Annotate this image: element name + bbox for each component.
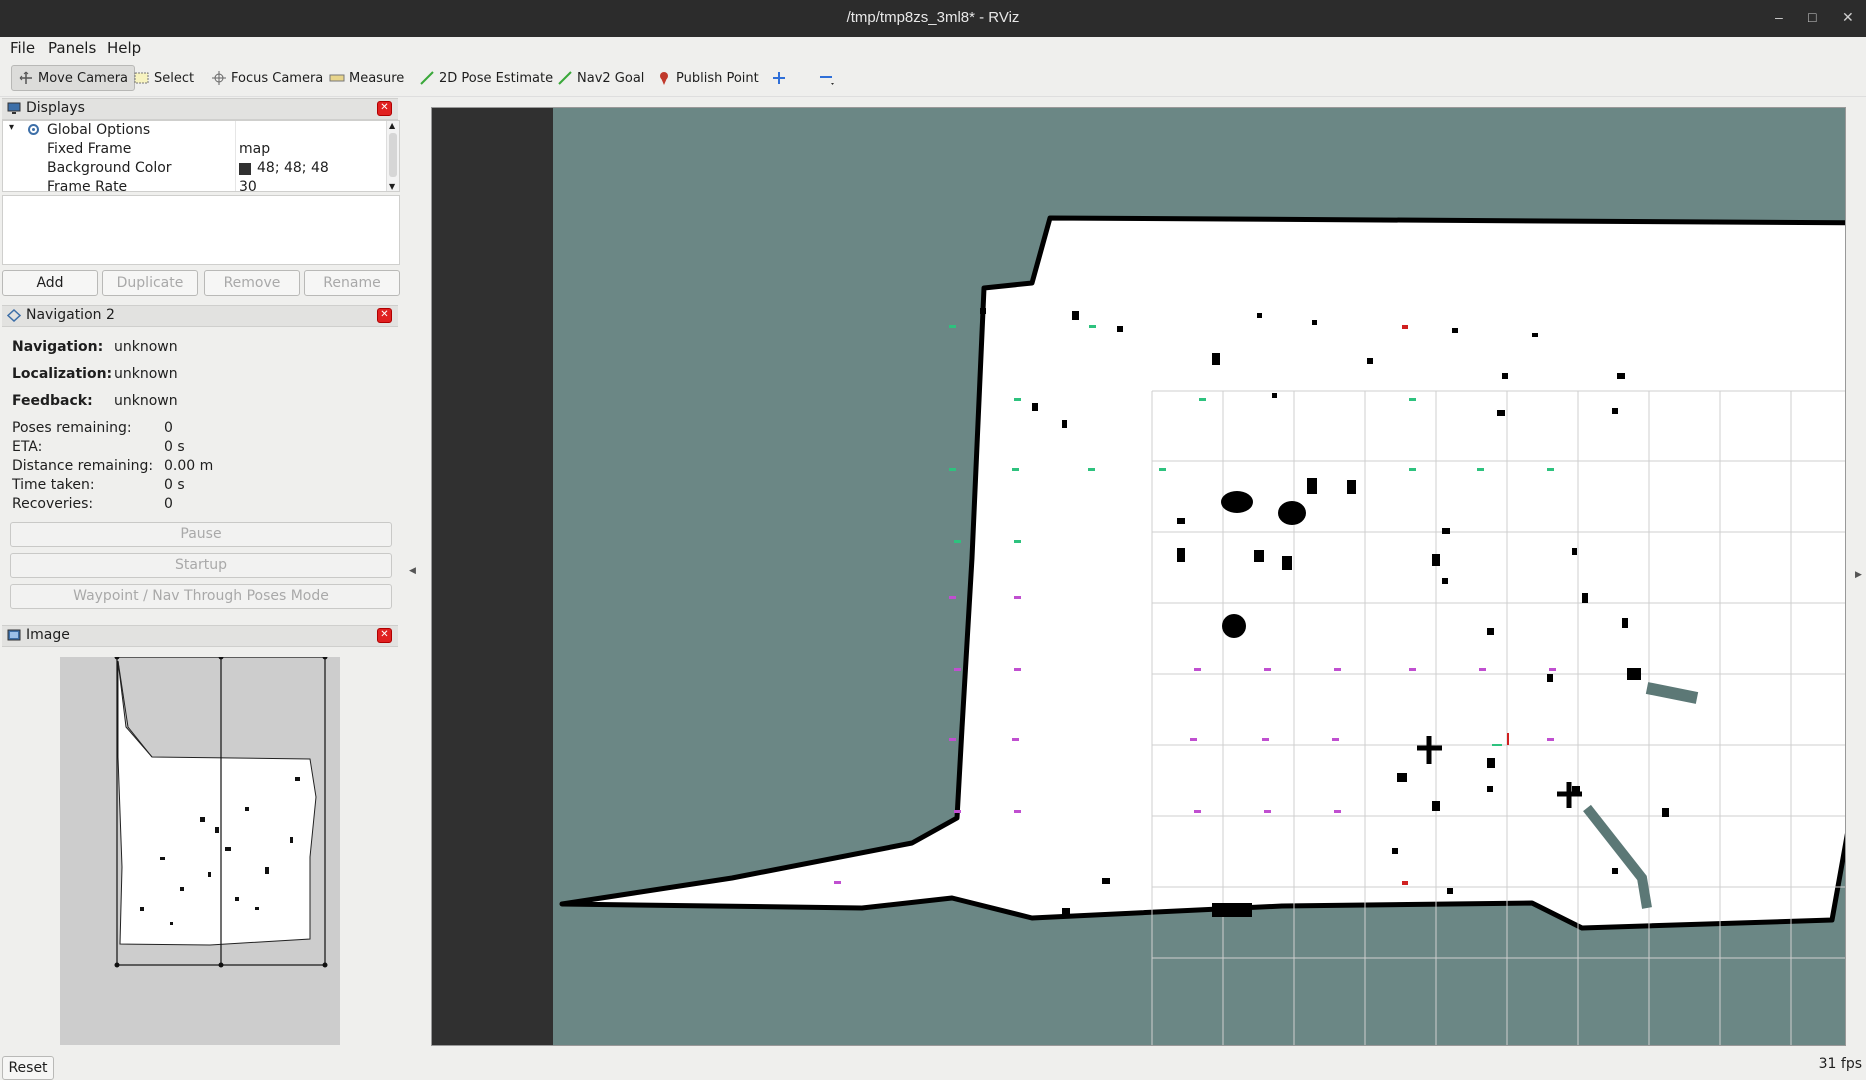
- fps-readout: 31 fps: [1818, 1056, 1862, 1072]
- menu-bar: File Panels Help: [0, 37, 1866, 60]
- background-color-row[interactable]: Background Color 48; 48; 48: [3, 159, 388, 178]
- pose-estimate-icon: [419, 71, 435, 85]
- displays-close-button[interactable]: ✕: [377, 101, 392, 116]
- move-camera-tool[interactable]: Move Camera: [11, 65, 136, 91]
- window-titlebar: /tmp/tmp8zs_3ml8* - RViz – □ ✕: [0, 0, 1866, 37]
- feedback-label: Feedback:: [12, 393, 93, 409]
- image-preview: [60, 654, 340, 1045]
- displays-title: Displays: [26, 100, 85, 116]
- remove-button[interactable]: Remove: [204, 270, 300, 296]
- diamond-icon: [6, 308, 22, 323]
- display-description-box: [2, 195, 400, 265]
- feedback-value: unknown: [114, 393, 178, 409]
- close-icon[interactable]: ✕: [1842, 9, 1854, 26]
- duplicate-button[interactable]: Duplicate: [102, 270, 198, 296]
- time-taken-label: Time taken:: [12, 477, 95, 493]
- plus-icon: [771, 71, 787, 85]
- tool-bar: Move Camera Select Focus Camera Measure …: [0, 60, 1866, 97]
- remove-tool-button[interactable]: [818, 66, 838, 90]
- displays-panel-header: Displays ✕: [2, 98, 398, 120]
- fixed-frame-value[interactable]: map: [239, 141, 270, 157]
- background-color-label: Background Color: [47, 160, 172, 176]
- displays-scrollbar[interactable]: ▲ ▼: [386, 121, 399, 191]
- frame-rate-label: Frame Rate: [47, 179, 128, 192]
- pause-button[interactable]: Pause: [10, 522, 392, 547]
- fixed-frame-label: Fixed Frame: [47, 141, 132, 157]
- move-camera-label: Move Camera: [38, 70, 129, 86]
- frame-rate-value[interactable]: 30: [239, 179, 257, 191]
- color-swatch[interactable]: [239, 163, 251, 175]
- localization-status-label: Localization:: [12, 366, 113, 382]
- navigation-status-value: unknown: [114, 339, 178, 355]
- render-viewport[interactable]: [431, 107, 1866, 1046]
- measure-tool[interactable]: Measure: [329, 66, 404, 90]
- poses-remaining-value: 0: [164, 420, 173, 436]
- focus-camera-label: Focus Camera: [231, 70, 324, 86]
- navigation-panel-header: Navigation 2 ✕: [2, 305, 398, 327]
- add-tool-button[interactable]: [771, 66, 791, 90]
- global-options-label: Global Options: [47, 122, 151, 138]
- gear-icon: [27, 123, 40, 136]
- distance-remaining-value: 0.00 m: [164, 458, 214, 474]
- window-title: /tmp/tmp8zs_3ml8* - RViz: [846, 9, 1020, 26]
- minimize-icon[interactable]: –: [1775, 9, 1783, 25]
- recoveries-value: 0: [164, 496, 173, 512]
- focus-camera-tool[interactable]: Focus Camera: [211, 66, 323, 90]
- nav2-goal-label: Nav2 Goal: [577, 70, 645, 86]
- pose-estimate-label: 2D Pose Estimate: [439, 70, 554, 86]
- background-color-value[interactable]: 48; 48; 48: [257, 160, 329, 176]
- scroll-up-icon[interactable]: ▲: [389, 121, 395, 130]
- image-close-button[interactable]: ✕: [377, 628, 392, 643]
- image-title: Image: [26, 627, 70, 643]
- image-icon: [7, 629, 21, 642]
- select-label: Select: [154, 70, 195, 86]
- scroll-down-icon[interactable]: ▼: [389, 182, 395, 191]
- map-pin-icon: [656, 71, 672, 85]
- status-bar: Reset 31 fps: [0, 1055, 1866, 1080]
- poses-remaining-label: Poses remaining:: [12, 420, 132, 436]
- navigation-status-label: Navigation:: [12, 339, 104, 355]
- navigation-close-button[interactable]: ✕: [377, 308, 392, 323]
- localization-status-value: unknown: [114, 366, 178, 382]
- fixed-frame-row[interactable]: Fixed Frame map: [3, 140, 388, 159]
- startup-button[interactable]: Startup: [10, 553, 392, 578]
- publish-point-tool[interactable]: Publish Point: [656, 66, 759, 90]
- add-button[interactable]: Add: [2, 270, 98, 296]
- collapse-left-icon[interactable]: ◀: [409, 566, 416, 576]
- global-options-row[interactable]: ▾ Global Options: [3, 121, 388, 140]
- time-taken-value: 0 s: [164, 477, 185, 493]
- occupancy-map[interactable]: [432, 108, 1866, 1045]
- reset-button[interactable]: Reset: [2, 1056, 54, 1080]
- expand-arrow-icon[interactable]: ▾: [9, 122, 14, 133]
- publish-point-label: Publish Point: [676, 70, 759, 86]
- measure-icon: [329, 71, 345, 85]
- menu-file[interactable]: File: [10, 39, 35, 57]
- collapse-right-icon[interactable]: ▶: [1855, 570, 1862, 580]
- minus-icon: [818, 71, 834, 85]
- focus-camera-icon: [211, 71, 227, 85]
- frame-rate-row[interactable]: Frame Rate 30: [3, 178, 388, 192]
- pose-estimate-tool[interactable]: 2D Pose Estimate: [419, 66, 553, 90]
- menu-help[interactable]: Help: [107, 39, 141, 57]
- panel-splitter[interactable]: ◀: [409, 104, 417, 1049]
- measure-label: Measure: [349, 70, 405, 86]
- displays-tree: ▾ Global Options Fixed Frame map Backgro…: [2, 120, 400, 192]
- select-icon: [134, 71, 150, 85]
- nav2-goal-tool[interactable]: Nav2 Goal: [557, 66, 644, 90]
- menu-panels[interactable]: Panels: [48, 39, 96, 57]
- rename-button[interactable]: Rename: [304, 270, 400, 296]
- nav2-goal-icon: [557, 71, 573, 85]
- move-camera-icon: [18, 71, 34, 85]
- recoveries-label: Recoveries:: [12, 496, 94, 512]
- image-view: [10, 654, 392, 1045]
- select-tool[interactable]: Select: [134, 66, 194, 90]
- maximize-icon[interactable]: □: [1808, 9, 1816, 25]
- monitor-icon: [7, 102, 21, 115]
- image-panel-header: Image ✕: [2, 625, 398, 647]
- waypoint-mode-button[interactable]: Waypoint / Nav Through Poses Mode: [10, 584, 392, 609]
- navigation-title: Navigation 2: [26, 307, 115, 323]
- eta-label: ETA:: [12, 439, 43, 455]
- eta-value: 0 s: [164, 439, 185, 455]
- distance-remaining-label: Distance remaining:: [12, 458, 154, 474]
